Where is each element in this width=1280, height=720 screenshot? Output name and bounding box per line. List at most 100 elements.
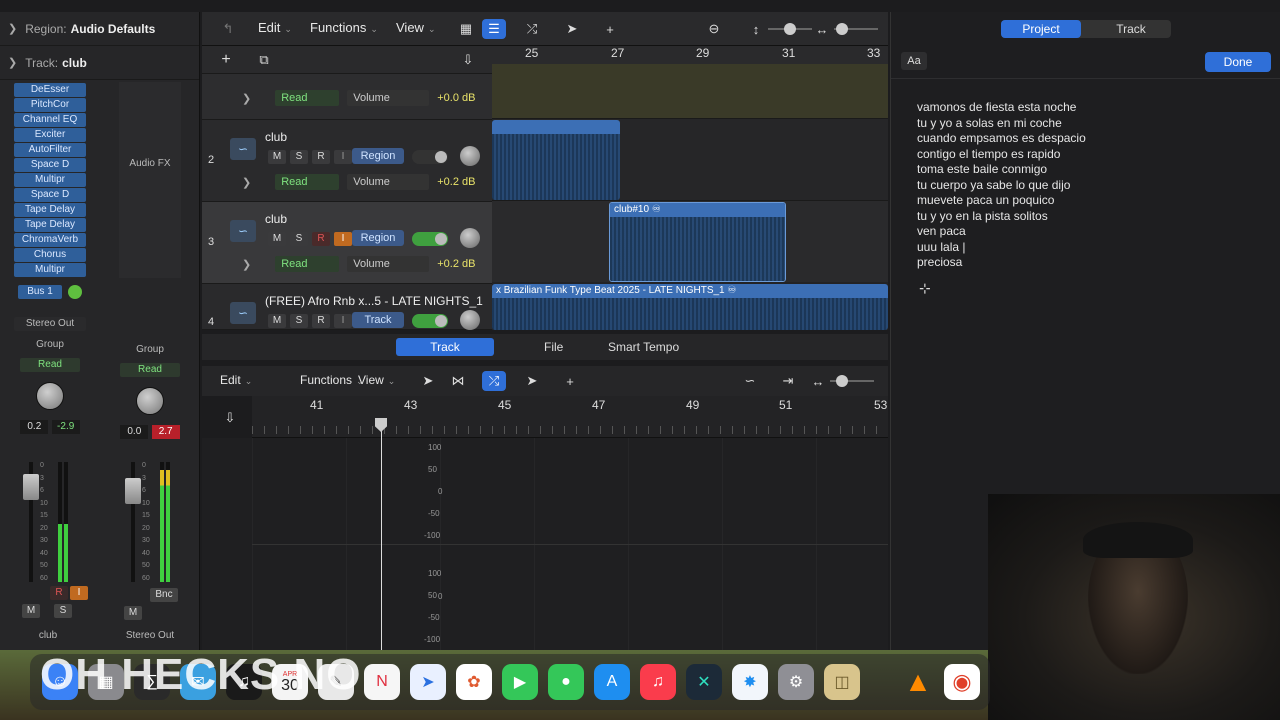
playhead[interactable] [381,418,382,650]
pointer-tool-icon[interactable]: ➤ [560,19,584,39]
solo-button[interactable]: S [54,604,72,618]
track-name[interactable]: club [265,212,287,226]
pan-knob[interactable] [460,310,480,330]
solo-button[interactable]: S [290,314,308,328]
grid-view-icon[interactable]: ▦ [454,19,478,39]
region-inspector-header[interactable]: ❯ Region: Audio Defaults [0,12,199,46]
edit-menu[interactable]: Edit ⌄ [220,373,252,387]
flex-tool-icon[interactable]: ⤮ [520,19,544,39]
add-track-icon[interactable]: + [214,50,238,70]
track-row[interactable]: ∽ 4 (FREE) Afro Rnb x...5 - LATE NIGHTS_… [202,284,492,330]
solo-button[interactable]: S [290,232,308,246]
plugin-slot[interactable]: Multipr [14,263,86,277]
plugin-slot[interactable]: PitchCor [14,98,86,112]
plugin-slot[interactable]: Tape Delay [14,218,86,232]
archive-utility-icon[interactable]: ◫ [824,664,860,700]
track-on-switch[interactable] [412,314,448,328]
plugin-slot[interactable]: ChromaVerb [14,233,86,247]
vertical-zoom-icon[interactable]: ↕ [744,19,768,39]
chevron-right-icon[interactable]: ❯ [242,258,251,271]
pointer-tool-icon[interactable]: ➤ [520,371,544,391]
slider-thumb[interactable] [836,23,848,35]
plugin-slot[interactable]: Tape Delay [14,203,86,217]
automation-mode[interactable]: Read [275,174,340,190]
slider-thumb[interactable] [784,23,796,35]
plugin-slot[interactable]: Chorus [14,248,86,262]
catch-icon[interactable]: ⤮ [482,371,506,391]
automation-mode[interactable]: Read [275,256,340,272]
track-on-switch[interactable] [412,150,448,164]
flip-icon[interactable]: ⋈ [446,371,470,391]
bounce-button[interactable]: Bnc [150,588,178,602]
automation-mode[interactable]: Read [275,90,340,106]
vlc-icon[interactable]: ▲ [900,664,936,700]
messages-icon[interactable]: ● [548,664,584,700]
input-monitor-button[interactable]: I [70,586,88,600]
maps-icon[interactable]: ➤ [410,664,446,700]
plugin-slot[interactable]: Exciter [14,128,86,142]
horizontal-zoom-icon[interactable]: ↔ [806,371,830,391]
output-slot[interactable]: Stereo Out [14,317,86,331]
automation-lane[interactable] [492,64,888,118]
tab-file[interactable]: File [532,338,575,356]
audio-region[interactable]: x Brazilian Funk Type Beat 2025 - LATE N… [492,284,888,330]
music-icon[interactable]: ♫ [640,664,676,700]
send-level-knob[interactable] [68,285,82,299]
track-on-switch[interactable] [412,232,448,246]
horizontal-zoom-icon[interactable]: ↔ [810,19,834,39]
track-name[interactable]: (FREE) Afro Rnb x...5 - LATE NIGHTS_1 [265,294,483,308]
fit-icon[interactable]: ⇥ [776,371,800,391]
track-name[interactable]: club [265,130,287,144]
chevron-right-icon[interactable]: ❯ [8,22,17,35]
horizontal-zoom-slider[interactable] [834,23,878,35]
pan-knob[interactable] [460,146,480,166]
chevron-right-icon[interactable]: ❯ [242,176,251,189]
automation-parameter[interactable]: Volume [347,90,430,106]
volume-fader[interactable] [23,474,39,500]
audio-fx-area[interactable]: Audio FX [119,82,181,278]
mute-button[interactable]: M [268,232,286,246]
input-monitor-button[interactable]: I [334,232,352,246]
chevron-right-icon[interactable]: ❯ [242,92,251,105]
region-mode-button[interactable]: Region [352,148,404,164]
notes-text-area[interactable]: vamonos de fiesta esta noche tu y yo a so… [917,100,1086,271]
input-monitor-button[interactable]: I [334,150,352,164]
catch-icon[interactable]: ↰ [216,19,240,39]
duplicate-track-icon[interactable]: ⧉ [252,50,276,70]
zoom-slider[interactable] [830,375,874,387]
plugin-slot[interactable]: Space D [14,158,86,172]
waveform-zoom-icon[interactable]: ⊖ [702,19,726,39]
mute-button[interactable]: M [268,150,286,164]
done-button[interactable]: Done [1205,52,1271,72]
vertical-zoom-slider[interactable] [768,23,812,35]
plugin-slot[interactable]: Space D [14,188,86,202]
audio-region-selected[interactable]: club#10 ♾ [609,202,786,282]
bus-send[interactable]: Bus 1 [18,285,62,299]
photos-icon[interactable]: ✿ [456,664,492,700]
track-inspector-header[interactable]: ❯ Track: club [0,46,199,80]
solo-button[interactable]: S [290,150,308,164]
plugin-slot[interactable]: AutoFilter [14,143,86,157]
pan-knob[interactable] [36,382,64,410]
automation-read[interactable]: Read [20,358,80,372]
chrome-icon[interactable]: ◉ [944,664,980,700]
view-menu[interactable]: View ⌄ [358,373,395,387]
list-view-icon[interactable]: ☰ [482,19,506,39]
mute-button[interactable]: M [22,604,40,618]
capcut-icon[interactable]: ✕ [686,664,722,700]
font-button[interactable]: Aa [901,52,927,70]
track-row[interactable]: ∽ 2 club M S R I Region ❯ Read Volume +0… [202,120,492,202]
marquee-tool-icon[interactable]: + [598,19,622,39]
functions-menu[interactable]: Functions ⌄ [300,373,364,387]
track-row[interactable]: ❯ Read Volume +0.0 dB [202,74,492,120]
functions-menu[interactable]: Functions ⌄ [310,20,378,35]
tab-track[interactable]: Track [396,338,494,356]
catch-playhead-icon[interactable]: ⇩ [218,408,242,428]
tab-track[interactable]: Track [1091,20,1171,38]
automation-parameter[interactable]: Volume [347,174,430,190]
bar-ruler[interactable]: 25 27 29 31 33 [492,46,888,64]
plugin-slot[interactable]: Multipr [14,173,86,187]
record-enable-button[interactable]: R [312,314,330,328]
region-mode-button[interactable]: Region [352,230,404,246]
news-icon[interactable]: N [364,664,400,700]
